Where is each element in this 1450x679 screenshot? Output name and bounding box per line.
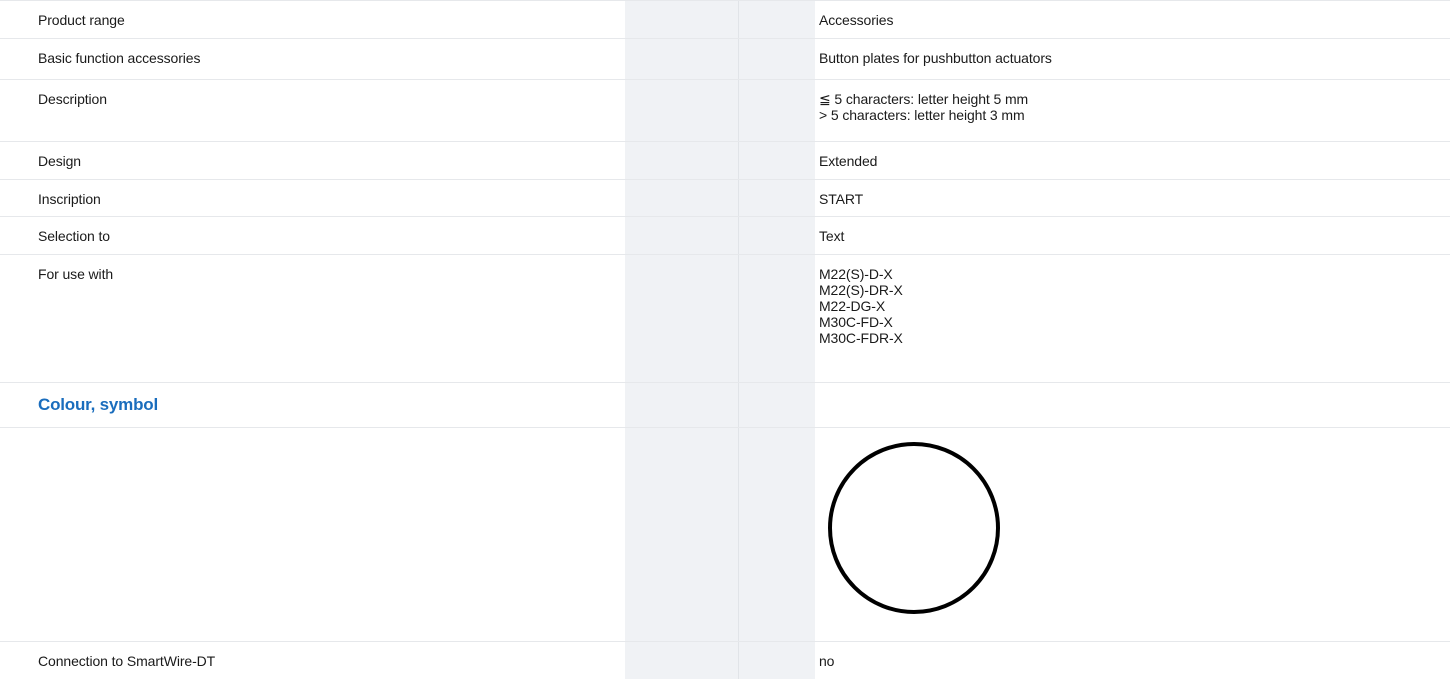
row-value: Button plates for pushbutton actuators — [819, 50, 1419, 66]
value-line: M30C-FD-X — [819, 314, 893, 330]
symbol-cell — [826, 440, 1002, 619]
value-line: Extended — [819, 153, 878, 169]
table-row: For use with M22(S)-D-X M22(S)-DR-X M22-… — [0, 255, 1450, 383]
table-row: Description ≦ 5 characters: letter heigh… — [0, 80, 1450, 142]
row-label: Connection to SmartWire-DT — [38, 653, 216, 669]
section-title: Colour, symbol — [38, 395, 158, 414]
value-line: M30C-FDR-X — [819, 330, 903, 346]
symbol-row — [0, 428, 1450, 642]
row-label: Selection to — [38, 228, 110, 244]
circle-outline-icon — [828, 442, 1000, 614]
row-value: Text — [819, 228, 1419, 244]
row-label: Basic function accessories — [38, 50, 201, 66]
value-line: M22-DG-X — [819, 298, 886, 314]
value-line: no — [819, 653, 835, 669]
value-line: Accessories — [819, 12, 894, 28]
row-value: Extended — [819, 153, 1419, 169]
value-line: M22(S)-DR-X — [819, 282, 903, 298]
table-row: Selection to Text — [0, 217, 1450, 255]
row-label: Inscription — [38, 191, 101, 207]
row-value: ≦ 5 characters: letter height 5 mm > 5 c… — [819, 91, 1419, 123]
spec-table: Product range Accessories Basic function… — [0, 0, 1450, 678]
value-line: START — [819, 191, 864, 207]
value-line: Button plates for pushbutton actuators — [819, 50, 1052, 66]
table-row: Design Extended — [0, 142, 1450, 180]
table-row: Product range Accessories — [0, 0, 1450, 39]
section-header-row: Colour, symbol — [0, 383, 1450, 428]
value-line: Text — [819, 228, 845, 244]
value-line: M22(S)-D-X — [819, 266, 893, 282]
table-row: Inscription START — [0, 180, 1450, 217]
row-label: For use with — [38, 266, 114, 282]
value-line: > 5 characters: letter height 3 mm — [819, 107, 1025, 123]
row-label: Description — [38, 91, 107, 107]
row-value: no — [819, 653, 1419, 669]
row-label: Product range — [38, 12, 125, 28]
row-label: Design — [38, 153, 81, 169]
row-value: Accessories — [819, 12, 1419, 28]
row-value: M22(S)-D-X M22(S)-DR-X M22-DG-X M30C-FD-… — [819, 266, 1419, 346]
value-line: ≦ 5 characters: letter height 5 mm — [819, 91, 1029, 107]
table-row: Connection to SmartWire-DT no — [0, 642, 1450, 678]
row-value: START — [819, 191, 1419, 207]
table-row: Basic function accessories Button plates… — [0, 39, 1450, 80]
